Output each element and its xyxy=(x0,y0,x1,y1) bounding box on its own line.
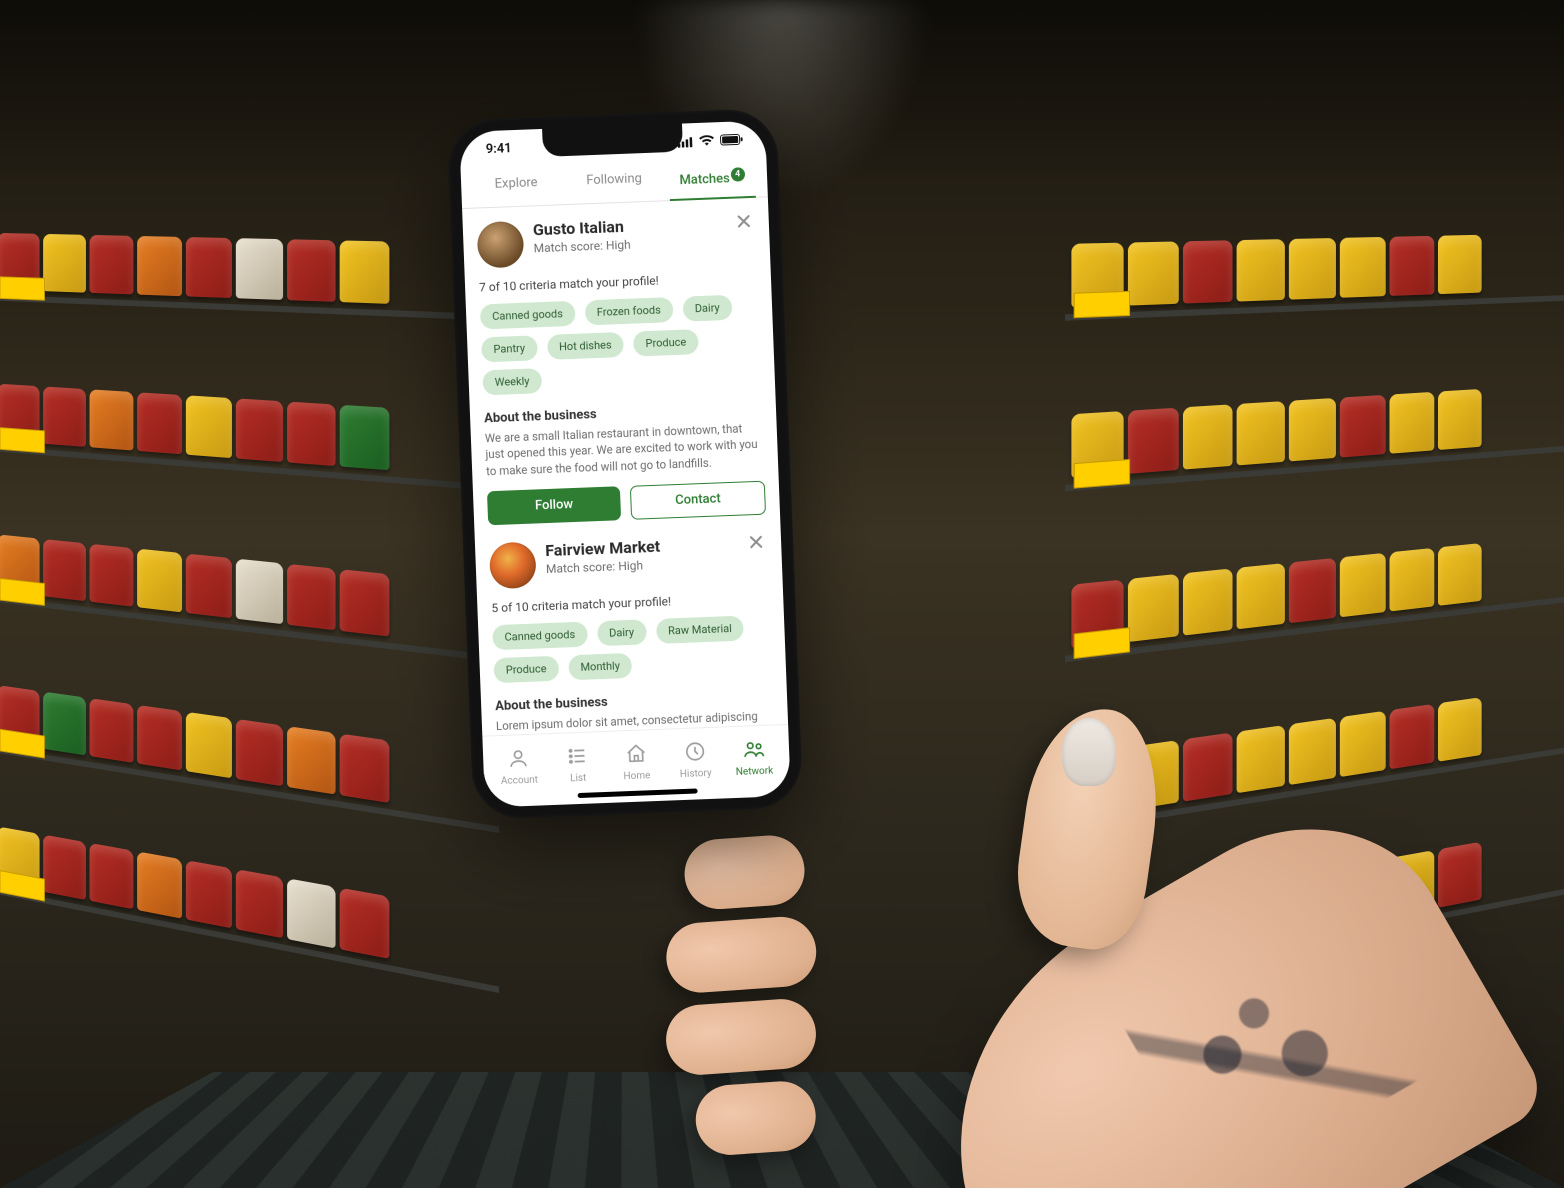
phone: 9:41 xyxy=(447,108,804,820)
criteria-summary: 7 of 10 criteria match your profile! xyxy=(479,270,757,295)
match-card: Gusto Italian Match score: High 7 of 10 … xyxy=(477,212,766,525)
right-shelf xyxy=(1065,150,1564,1025)
follow-button[interactable]: Follow xyxy=(487,486,621,525)
nav-label: Network xyxy=(736,766,774,778)
about-text: We are a small Italian restaurant in dow… xyxy=(485,420,765,479)
tag-chip[interactable]: Monthly xyxy=(568,653,632,680)
tab-matches-label: Matches xyxy=(679,171,730,188)
nav-account[interactable]: Account xyxy=(489,740,550,793)
tab-following-label: Following xyxy=(586,171,642,188)
floor xyxy=(0,1072,1564,1188)
nav-history[interactable]: History xyxy=(665,733,726,786)
tab-following[interactable]: Following xyxy=(564,160,663,204)
account-icon xyxy=(507,747,530,773)
status-icons xyxy=(677,133,743,148)
tag-chip[interactable]: Raw Material xyxy=(656,615,745,643)
tag-chip[interactable]: Canned goods xyxy=(480,301,576,330)
tag-list: Canned goods Frozen foods Dairy Pantry H… xyxy=(480,294,761,396)
nav-home[interactable]: Home xyxy=(606,736,667,789)
tag-chip[interactable]: Produce xyxy=(633,329,699,356)
business-avatar[interactable] xyxy=(489,541,537,589)
tab-matches[interactable]: Matches4 xyxy=(662,157,761,201)
tag-chip[interactable]: Frozen foods xyxy=(584,297,673,325)
nav-label: History xyxy=(680,768,712,780)
tab-explore-label: Explore xyxy=(494,175,537,192)
battery-icon xyxy=(719,133,743,146)
left-shelf xyxy=(0,150,499,1025)
matches-badge: 4 xyxy=(730,167,745,182)
home-icon xyxy=(625,742,648,768)
status-time: 9:41 xyxy=(486,141,512,157)
tag-chip[interactable]: Hot dishes xyxy=(547,332,624,360)
criteria-summary: 5 of 10 criteria match your profile! xyxy=(491,590,769,615)
phone-screen: 9:41 xyxy=(459,120,791,807)
business-name: Fairview Market xyxy=(545,536,661,559)
phone-notch xyxy=(542,124,683,157)
tag-chip[interactable]: Weekly xyxy=(482,368,542,395)
dismiss-button[interactable] xyxy=(745,530,768,553)
network-icon xyxy=(742,738,765,764)
tab-explore[interactable]: Explore xyxy=(467,164,566,208)
list-icon xyxy=(566,745,589,771)
tag-chip[interactable]: Dairy xyxy=(597,619,647,646)
nav-label: Home xyxy=(623,770,650,782)
scene-background: 9:41 xyxy=(0,0,1564,1188)
nav-list[interactable]: List xyxy=(547,738,608,791)
match-score: Match score: High xyxy=(546,557,661,575)
tag-chip[interactable]: Dairy xyxy=(682,295,732,322)
tag-chip[interactable]: Produce xyxy=(493,655,559,682)
business-avatar[interactable] xyxy=(477,221,525,269)
tag-list: Canned goods Dairy Raw Material Produce … xyxy=(492,614,772,683)
nav-label: Account xyxy=(501,775,538,787)
contact-label: Contact xyxy=(675,491,721,508)
tag-chip[interactable]: Pantry xyxy=(481,336,537,363)
nav-network[interactable]: Network xyxy=(724,731,785,784)
matches-list[interactable]: Gusto Italian Match score: High 7 of 10 … xyxy=(462,198,788,736)
wifi-icon xyxy=(698,134,714,147)
follow-label: Follow xyxy=(535,497,574,513)
contact-button[interactable]: Contact xyxy=(630,480,766,519)
history-icon xyxy=(683,740,706,766)
dismiss-button[interactable] xyxy=(732,210,755,233)
nav-label: List xyxy=(570,773,587,785)
business-name: Gusto Italian xyxy=(533,217,631,240)
tag-chip[interactable]: Canned goods xyxy=(492,621,588,650)
match-score: Match score: High xyxy=(533,238,631,256)
match-card: Fairview Market Match score: High 5 of 1… xyxy=(489,532,774,734)
